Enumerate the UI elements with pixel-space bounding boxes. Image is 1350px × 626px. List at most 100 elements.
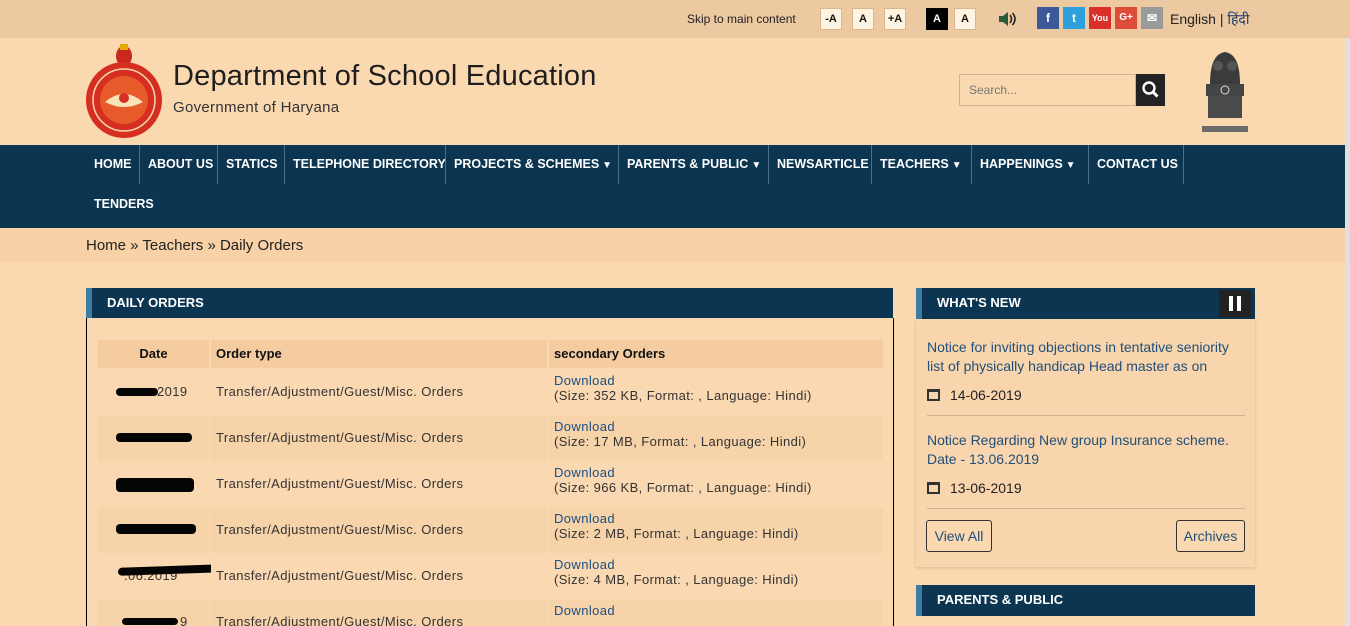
- date-cell: [98, 462, 209, 507]
- pause-icon: [1229, 296, 1233, 311]
- normal-contrast-button[interactable]: A: [954, 8, 976, 30]
- whats-new-header: WHAT'S NEW: [916, 288, 1255, 319]
- table-row: Transfer/Adjustment/Guest/Misc. Orders D…: [98, 416, 883, 461]
- youtube-icon[interactable]: You: [1089, 7, 1111, 29]
- archives-button[interactable]: Archives: [1176, 520, 1245, 552]
- divider: [927, 415, 1245, 416]
- download-link[interactable]: Download: [554, 373, 878, 388]
- news-item-date: 13-06-2019: [950, 480, 1022, 496]
- file-meta: (Size: 966 KB, Format: , Language: Hindi…: [554, 480, 812, 495]
- column-header-order-type: Order type: [211, 340, 547, 368]
- facebook-icon[interactable]: f: [1037, 7, 1059, 29]
- nav-statics[interactable]: STATICS: [218, 145, 286, 184]
- date-cell: 9: [98, 600, 209, 626]
- view-all-button[interactable]: View All: [926, 520, 992, 552]
- date-cell: [98, 416, 209, 461]
- site-subtitle: Government of Haryana: [173, 99, 340, 116]
- nav-home[interactable]: HOME: [86, 145, 140, 184]
- national-emblem-icon: [1202, 52, 1248, 132]
- redaction-mark: [116, 524, 196, 534]
- redaction-mark: [122, 618, 178, 625]
- news-item: Notice for inviting objections in tentat…: [927, 338, 1243, 403]
- increase-font-button[interactable]: +A: [884, 8, 906, 30]
- download-link[interactable]: Download: [554, 419, 878, 434]
- date-text: 2019: [157, 384, 188, 399]
- redaction-mark: [116, 433, 192, 442]
- nav-newsarticle[interactable]: NEWSARTICLE: [769, 145, 877, 184]
- daily-orders-heading: DAILY ORDERS: [107, 295, 204, 310]
- nav-happenings-label: HAPPENINGS: [980, 157, 1063, 171]
- main-navigation: HOME ABOUT US STATICS TELEPHONE DIRECTOR…: [0, 145, 1345, 228]
- table-header-row: Date Order type secondary Orders: [98, 340, 883, 368]
- date-cell: .06.2019: [98, 554, 223, 599]
- parents-public-header: PARENTS & PUBLIC: [916, 585, 1255, 616]
- twitter-icon[interactable]: t: [1063, 7, 1085, 29]
- google-plus-icon[interactable]: G+: [1115, 7, 1137, 29]
- secondary-orders-cell: Download (Size: 17 MB, Format: , Languag…: [549, 416, 883, 461]
- table-row: 9 Transfer/Adjustment/Guest/Misc. Orders…: [98, 600, 883, 626]
- calendar-icon: [927, 389, 940, 401]
- news-item-date: 14-06-2019: [950, 387, 1022, 403]
- order-type-cell: Transfer/Adjustment/Guest/Misc. Orders: [211, 462, 547, 507]
- divider: [927, 508, 1245, 509]
- secondary-orders-cell: Download: [549, 600, 883, 626]
- nav-telephone-directory[interactable]: TELEPHONE DIRECTORY: [285, 145, 454, 184]
- nav-projects-schemes[interactable]: PROJECTS & SCHEMES ▼: [446, 145, 620, 184]
- site-title[interactable]: Department of School Education: [173, 60, 597, 93]
- daily-orders-panel: Date Order type secondary Orders 2019 Tr…: [86, 318, 894, 626]
- nav-teachers-label: TEACHERS: [880, 157, 949, 171]
- date-cell: 2019: [98, 370, 209, 415]
- normal-font-button[interactable]: A: [852, 8, 874, 30]
- haryana-seal-icon[interactable]: [85, 42, 163, 142]
- pause-ticker-button[interactable]: [1219, 290, 1251, 317]
- chevron-down-icon: ▼: [751, 160, 762, 171]
- skip-to-content-link[interactable]: Skip to main content: [687, 12, 796, 26]
- table-row: 2019 Transfer/Adjustment/Guest/Misc. Ord…: [98, 370, 883, 415]
- language-switcher: English | हिंदी: [1170, 10, 1249, 29]
- file-meta: (Size: 2 MB, Format: , Language: Hindi): [554, 526, 799, 541]
- order-type-cell: Transfer/Adjustment/Guest/Misc. Orders: [211, 370, 547, 415]
- date-cell: [98, 508, 209, 553]
- page-scrollbar[interactable]: [1345, 38, 1350, 626]
- column-header-date: Date: [98, 340, 209, 368]
- download-link[interactable]: Download: [554, 511, 878, 526]
- calendar-icon: [927, 482, 940, 494]
- redaction-mark: [116, 478, 194, 492]
- high-contrast-button[interactable]: A: [926, 8, 948, 30]
- nav-teachers[interactable]: TEACHERS ▼: [872, 145, 970, 184]
- chevron-down-icon: ▼: [951, 160, 962, 171]
- order-type-cell: Transfer/Adjustment/Guest/Misc. Orders: [211, 416, 547, 461]
- download-link[interactable]: Download: [554, 603, 878, 618]
- order-type-cell: Transfer/Adjustment/Guest/Misc. Orders: [211, 508, 547, 553]
- redaction-mark: [116, 388, 158, 396]
- decrease-font-button[interactable]: -A: [820, 8, 842, 30]
- chevron-down-icon: ▼: [602, 160, 613, 171]
- nav-projects-schemes-label: PROJECTS & SCHEMES: [454, 157, 600, 171]
- nav-parents-public[interactable]: PARENTS & PUBLIC ▼: [619, 145, 769, 184]
- nav-contact-us[interactable]: CONTACT US: [1089, 145, 1186, 184]
- breadcrumb: Home » Teachers » Daily Orders: [0, 228, 1345, 262]
- download-link[interactable]: Download: [554, 557, 878, 572]
- secondary-orders-cell: Download (Size: 352 KB, Format: , Langua…: [549, 370, 883, 415]
- parents-public-heading: PARENTS & PUBLIC: [937, 592, 1064, 607]
- daily-orders-header: DAILY ORDERS: [86, 288, 893, 318]
- search-input[interactable]: [959, 74, 1136, 106]
- download-link[interactable]: Download: [554, 465, 878, 480]
- table-row: Transfer/Adjustment/Guest/Misc. Orders D…: [98, 462, 883, 507]
- lang-english-link[interactable]: English: [1170, 11, 1216, 27]
- email-icon[interactable]: ✉: [1141, 7, 1163, 29]
- screen-reader-icon[interactable]: [996, 8, 1018, 30]
- news-item-title[interactable]: Notice Regarding New group Insurance sch…: [927, 431, 1243, 469]
- lang-separator: |: [1219, 11, 1224, 27]
- breadcrumb-text[interactable]: Home » Teachers » Daily Orders: [86, 237, 303, 254]
- order-type-cell: Transfer/Adjustment/Guest/Misc. Orders: [211, 554, 547, 599]
- secondary-orders-cell: Download (Size: 2 MB, Format: , Language…: [549, 508, 883, 553]
- nav-happenings[interactable]: HAPPENINGS ▼: [972, 145, 1084, 184]
- search-button[interactable]: [1136, 74, 1165, 106]
- nav-tenders[interactable]: TENDERS: [86, 185, 162, 224]
- top-utility-bar: Skip to main content -A A +A A A f t You…: [0, 0, 1350, 38]
- lang-hindi-link[interactable]: हिंदी: [1227, 11, 1249, 27]
- nav-about-us[interactable]: ABOUT US: [140, 145, 221, 184]
- file-meta: (Size: 17 MB, Format: , Language: Hindi): [554, 434, 807, 449]
- news-item-title[interactable]: Notice for inviting objections in tentat…: [927, 338, 1243, 376]
